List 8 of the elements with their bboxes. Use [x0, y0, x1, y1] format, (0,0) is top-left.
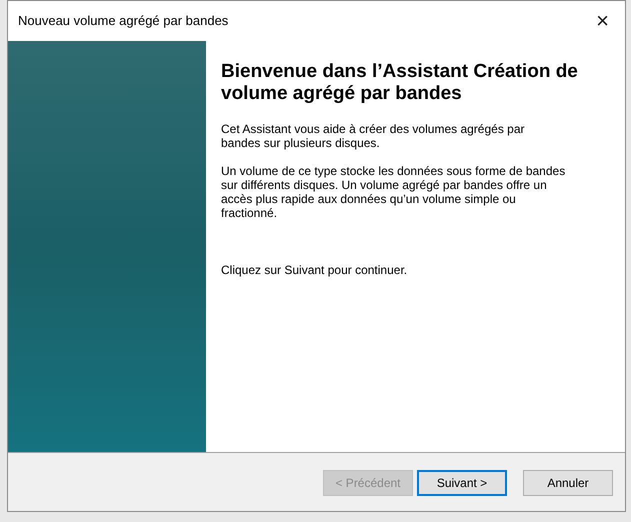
wizard-heading: Bienvenue dans l’Assistant Création de volume agrégé par bandes — [221, 61, 579, 105]
instruction-text: Cliquez sur Suivant pour continuer. — [221, 263, 408, 277]
wizard-button[interactable]: Suivant > — [417, 470, 507, 496]
window-title: Nouveau volume agrégé par bandes — [18, 12, 228, 30]
close-button[interactable]: × — [592, 10, 613, 32]
description-paragraph: Un volume de ce type stocke les données sous forme de bandes sur différents disques. Un volume agrégé par bandes offre un accès plus rapide aux données qu’un volume simple ou fractionné. — [221, 164, 566, 220]
wizard-button[interactable]: Annuler — [523, 470, 613, 496]
description-paragraph: Cet Assistant vous aide à créer des volumes agrégés par bandes sur plusieurs disques. — [221, 122, 526, 150]
